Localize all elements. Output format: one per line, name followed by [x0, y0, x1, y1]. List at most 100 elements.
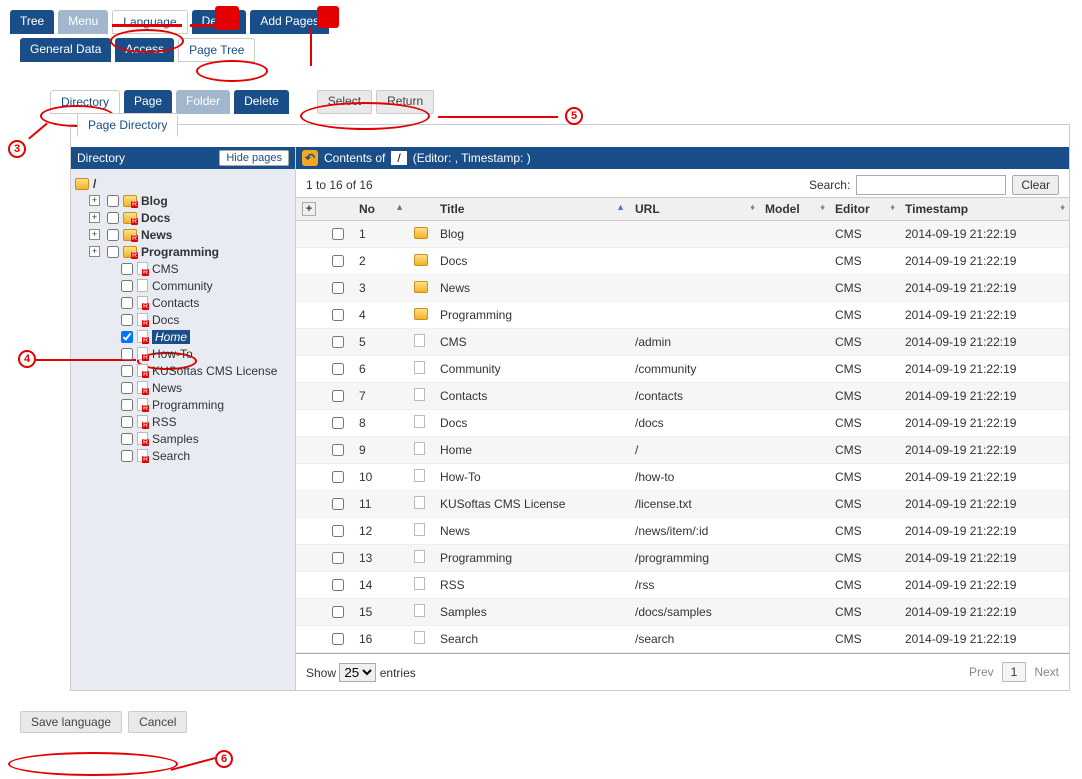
row-checkbox[interactable] — [332, 471, 344, 483]
col-timestamp[interactable]: Timestamp — [905, 202, 968, 216]
btn-save-language[interactable]: Save language — [20, 711, 122, 733]
tab-delete2[interactable]: Delete — [234, 90, 289, 114]
tree-page[interactable]: Programming — [152, 398, 224, 412]
next-button[interactable]: Next — [1034, 665, 1059, 679]
tree-checkbox[interactable] — [121, 314, 133, 326]
tree-page[interactable]: Home — [152, 330, 190, 344]
table-row[interactable]: 3NewsCMS2014-09-19 21:22:19 — [296, 275, 1069, 302]
table-row[interactable]: 14RSS/rssCMS2014-09-19 21:22:19 — [296, 572, 1069, 599]
tab-page-tree[interactable]: Page Tree — [178, 38, 255, 62]
tab-language[interactable]: Language — [112, 10, 187, 34]
row-checkbox[interactable] — [332, 336, 344, 348]
table-row[interactable]: 11KUSoftas CMS License/license.txtCMS201… — [296, 491, 1069, 518]
row-checkbox[interactable] — [332, 633, 344, 645]
row-checkbox[interactable] — [332, 525, 344, 537]
row-checkbox[interactable] — [332, 444, 344, 456]
btn-hide-pages[interactable]: Hide pages — [219, 150, 289, 166]
tree-checkbox[interactable] — [121, 263, 133, 275]
col-editor[interactable]: Editor — [835, 202, 870, 216]
tree-checkbox[interactable] — [121, 348, 133, 360]
row-checkbox[interactable] — [332, 282, 344, 294]
tree-page[interactable]: Community — [152, 279, 213, 293]
tab-access[interactable]: Access — [115, 38, 174, 62]
tree-checkbox[interactable] — [121, 399, 133, 411]
table-row[interactable]: 12News/news/item/:idCMS2014-09-19 21:22:… — [296, 518, 1069, 545]
table-row[interactable]: 9Home/CMS2014-09-19 21:22:19 — [296, 437, 1069, 464]
back-icon[interactable]: ↶ — [302, 150, 318, 166]
tree-page[interactable]: How-To — [152, 347, 193, 361]
tree-page[interactable]: CMS — [152, 262, 179, 276]
tree-checkbox[interactable] — [121, 365, 133, 377]
tab-menu[interactable]: Menu — [58, 10, 108, 34]
row-checkbox[interactable] — [332, 552, 344, 564]
table-row[interactable]: 7Contacts/contactsCMS2014-09-19 21:22:19 — [296, 383, 1069, 410]
row-checkbox[interactable] — [332, 255, 344, 267]
tree-folder[interactable]: Blog — [141, 194, 168, 208]
col-url[interactable]: URL — [635, 202, 660, 216]
tree-page[interactable]: News — [152, 381, 182, 395]
annotation-red-block-2 — [317, 6, 339, 28]
page-size-select[interactable]: 25 — [339, 663, 376, 682]
tree-checkbox[interactable] — [107, 195, 119, 207]
tree-page[interactable]: KUSoftas CMS License — [152, 364, 277, 378]
tree-checkbox[interactable] — [121, 382, 133, 394]
row-checkbox[interactable] — [332, 390, 344, 402]
expand-icon[interactable]: + — [89, 246, 100, 257]
tree-folder[interactable]: News — [141, 228, 172, 242]
tree-checkbox[interactable] — [121, 433, 133, 445]
row-checkbox[interactable] — [332, 579, 344, 591]
tree-checkbox[interactable] — [121, 331, 133, 343]
tree-checkbox[interactable] — [121, 450, 133, 462]
row-checkbox[interactable] — [332, 363, 344, 375]
prev-button[interactable]: Prev — [969, 665, 994, 679]
tree-page[interactable]: Samples — [152, 432, 199, 446]
btn-select[interactable]: Select — [317, 90, 372, 114]
expand-icon[interactable]: + — [89, 195, 100, 206]
btn-clear[interactable]: Clear — [1012, 175, 1059, 195]
tab-directory[interactable]: Directory — [50, 90, 120, 114]
tree-checkbox[interactable] — [121, 280, 133, 292]
expand-icon[interactable]: + — [89, 229, 100, 240]
row-checkbox[interactable] — [332, 498, 344, 510]
btn-return[interactable]: Return — [376, 90, 434, 114]
tree-checkbox[interactable] — [107, 229, 119, 241]
row-checkbox[interactable] — [332, 228, 344, 240]
table-row[interactable]: 4ProgrammingCMS2014-09-19 21:22:19 — [296, 302, 1069, 329]
search-input[interactable] — [856, 175, 1006, 195]
tree-folder[interactable]: Programming — [141, 245, 219, 259]
tree-checkbox[interactable] — [121, 297, 133, 309]
row-checkbox[interactable] — [332, 606, 344, 618]
col-model[interactable]: Model — [765, 202, 800, 216]
table-row[interactable]: 1BlogCMS2014-09-19 21:22:19 — [296, 221, 1069, 248]
table-row[interactable]: 8Docs/docsCMS2014-09-19 21:22:19 — [296, 410, 1069, 437]
tree-checkbox[interactable] — [107, 212, 119, 224]
tree-checkbox[interactable] — [107, 246, 119, 258]
tab-page[interactable]: Page — [124, 90, 172, 114]
table-row[interactable]: 15Samples/docs/samplesCMS2014-09-19 21:2… — [296, 599, 1069, 626]
tab-tree[interactable]: Tree — [10, 10, 54, 34]
table-row[interactable]: 16Search/searchCMS2014-09-19 21:22:19 — [296, 626, 1069, 653]
col-title[interactable]: Title — [440, 202, 464, 216]
expand-all-button[interactable]: + — [302, 202, 316, 216]
tab-general-data[interactable]: General Data — [20, 38, 111, 62]
tree-root[interactable]: / — [93, 177, 96, 191]
tree-page[interactable]: Contacts — [152, 296, 199, 310]
row-checkbox[interactable] — [332, 309, 344, 321]
table-row[interactable]: 13Programming/programmingCMS2014-09-19 2… — [296, 545, 1069, 572]
tree-page[interactable]: Docs — [152, 313, 179, 327]
panel-tab-page-directory[interactable]: Page Directory — [77, 113, 178, 137]
tree-page[interactable]: Search — [152, 449, 190, 463]
page-number[interactable]: 1 — [1002, 662, 1027, 682]
tree-checkbox[interactable] — [121, 416, 133, 428]
row-checkbox[interactable] — [332, 417, 344, 429]
table-row[interactable]: 6Community/communityCMS2014-09-19 21:22:… — [296, 356, 1069, 383]
table-row[interactable]: 2DocsCMS2014-09-19 21:22:19 — [296, 248, 1069, 275]
tab-folder[interactable]: Folder — [176, 90, 230, 114]
tree-folder[interactable]: Docs — [141, 211, 170, 225]
expand-icon[interactable]: + — [89, 212, 100, 223]
btn-cancel[interactable]: Cancel — [128, 711, 187, 733]
table-row[interactable]: 5CMS/adminCMS2014-09-19 21:22:19 — [296, 329, 1069, 356]
table-row[interactable]: 10How-To/how-toCMS2014-09-19 21:22:19 — [296, 464, 1069, 491]
tree-page[interactable]: RSS — [152, 415, 177, 429]
col-no[interactable]: No — [359, 202, 375, 216]
